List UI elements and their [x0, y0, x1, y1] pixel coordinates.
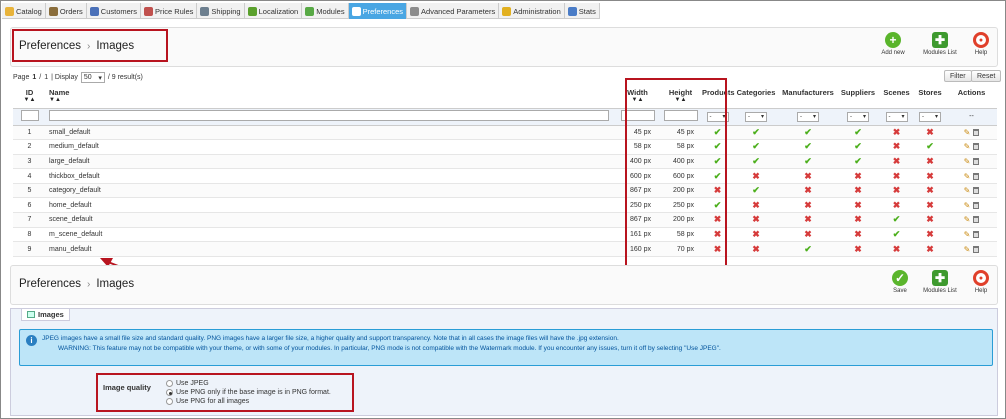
puzzle-icon: ✚	[932, 270, 948, 286]
fieldset-legend: Images	[21, 308, 70, 321]
info-line-1: JPEG images have a small file size and s…	[42, 335, 619, 342]
info-icon: i	[26, 335, 37, 346]
help-button[interactable]: ● Help	[964, 270, 998, 294]
breadcrumb-separator: ›	[87, 278, 91, 290]
modules-list-label: Modules List	[923, 288, 957, 294]
breadcrumb-root[interactable]: Preferences	[19, 278, 81, 290]
legend-label: Images	[38, 310, 64, 319]
image-icon	[27, 311, 35, 318]
lifebuoy-icon: ●	[973, 270, 989, 286]
page-title: Images	[96, 278, 135, 290]
annotation-box-image-quality	[96, 373, 354, 412]
save-button[interactable]: ✓ Save	[883, 270, 917, 294]
breadcrumb: Preferences › Images	[19, 278, 134, 290]
modules-list-button[interactable]: ✚ Modules List	[920, 270, 960, 294]
info-message: i JPEG images have a small file size and…	[19, 329, 993, 366]
help-label: Help	[974, 288, 988, 294]
page-header-bottom: Preferences › Images ✓ Save ✚ Modules Li…	[10, 265, 998, 305]
save-label: Save	[893, 288, 907, 294]
check-icon: ✓	[892, 270, 908, 286]
info-line-2: WARNING: This feature may not be compati…	[58, 345, 721, 352]
